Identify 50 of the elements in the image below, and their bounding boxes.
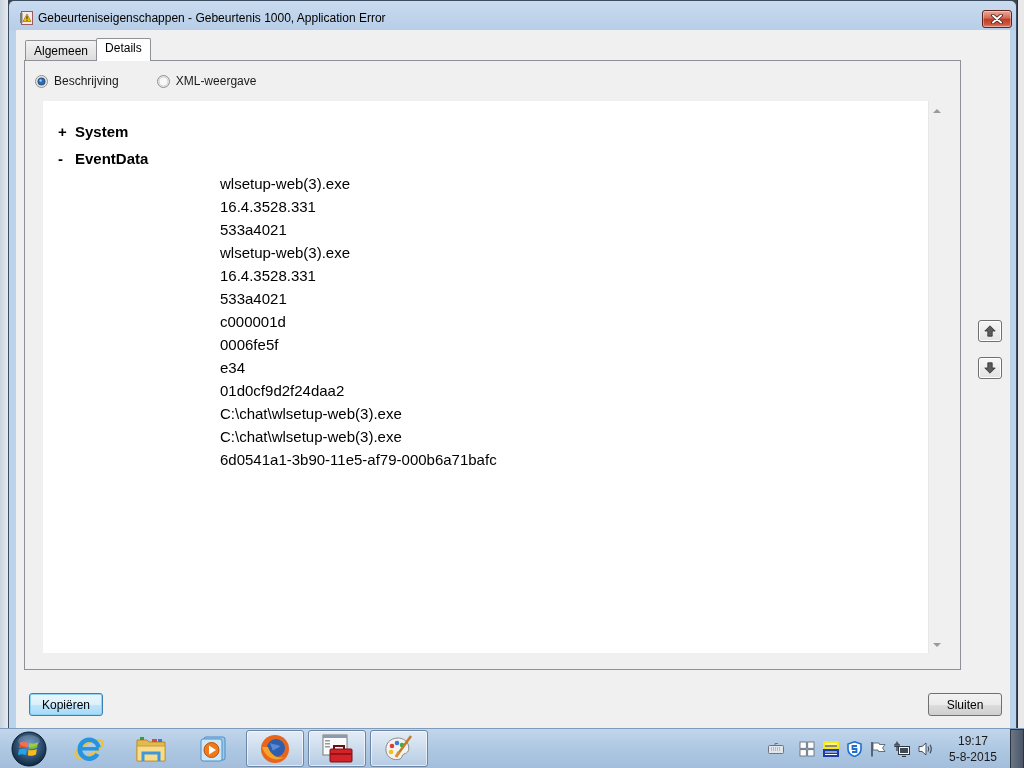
event-data-value: wlsetup-web(3).exe	[220, 243, 351, 263]
event-data-value: 533a4021	[220, 220, 287, 240]
striped-logo-icon	[823, 740, 839, 757]
clock-date: 5-8-2015	[948, 748, 997, 765]
dialog-button[interactable]: Sluiten	[928, 693, 1002, 716]
scroll-up-icon	[932, 109, 941, 113]
shield-icon	[847, 740, 862, 757]
next-event-button[interactable]	[978, 356, 1002, 379]
taskbar-app-button[interactable]	[246, 730, 304, 767]
tab[interactable]: Algemeen	[25, 40, 98, 60]
event-data-value: 01d0cf9d2f24daa2	[220, 381, 345, 401]
speaker-icon	[918, 740, 934, 757]
media-player-icon	[198, 733, 228, 764]
down-arrow-icon	[984, 361, 996, 374]
event-data-value: 0006fe5f	[220, 335, 279, 355]
event-data-value: C:\chat\wlsetup-web(3).exe	[220, 427, 402, 447]
globe-icon	[259, 732, 291, 765]
taskbar-app-button[interactable]	[308, 730, 366, 767]
tree-node-label: EventData	[75, 150, 149, 167]
expand-toggle[interactable]: +	[58, 123, 75, 140]
radio-option[interactable]: XML-weergave	[156, 74, 257, 88]
clock-time: 19:17	[958, 732, 988, 749]
previous-event-button[interactable]	[978, 319, 1002, 342]
close-button[interactable]	[982, 10, 1012, 28]
expand-toggle[interactable]: -	[58, 150, 75, 167]
show-desktop-button[interactable]	[1010, 728, 1024, 768]
radio-option[interactable]: Beschrijving	[35, 74, 119, 88]
event-data-value: c000001d	[220, 312, 286, 332]
event-data-value: 16.4.3528.331	[220, 266, 316, 286]
event-data-value: 16.4.3528.331	[220, 197, 316, 217]
up-arrow-icon	[984, 324, 996, 337]
close-icon	[991, 14, 1003, 24]
windows-logo-icon	[799, 740, 815, 757]
event-data-value: wlsetup-web(3).exe	[220, 174, 351, 194]
dialog-button[interactable]: Kopiëren	[29, 693, 103, 716]
event-data-value: 533a4021	[220, 289, 287, 309]
toolbox-icon	[320, 732, 354, 765]
flag-icon	[870, 740, 886, 757]
start-orb-icon	[11, 730, 47, 767]
event-data-value: C:\chat\wlsetup-web(3).exe	[220, 404, 402, 424]
tab[interactable]: Details	[96, 38, 151, 61]
event-data-value: e34	[220, 358, 246, 378]
network-icon	[894, 740, 910, 757]
tree-node-label: System	[75, 123, 129, 140]
scroll-down-icon	[932, 643, 941, 647]
event-data-value: 6d0541a1-3b90-11e5-af79-000b6a71bafc	[220, 450, 497, 470]
event-log-icon	[20, 11, 33, 25]
taskbar-app-button[interactable]	[370, 730, 428, 767]
keyboard-icon	[768, 743, 784, 754]
window-title: Gebeurteniseigenschappen - Gebeurtenis 1000, Application Error	[38, 10, 386, 26]
